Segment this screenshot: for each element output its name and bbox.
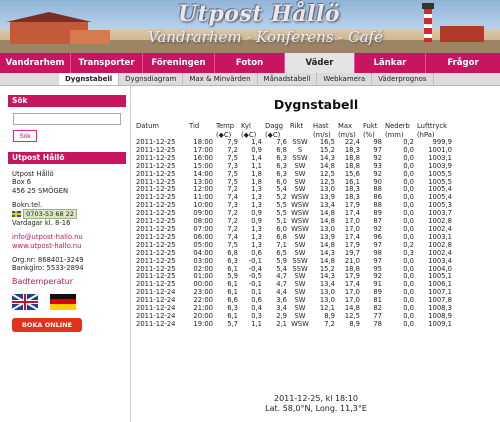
org-number: Org.nr: 868401-3249	[12, 256, 84, 265]
tab-dygnsdiagram[interactable]: Dygnsdiagram	[119, 73, 184, 85]
nav-item-vandrarhem[interactable]: Vandrarhem	[0, 53, 71, 73]
page-title: Dygnstabell	[273, 97, 359, 112]
table-cell: 7,2	[324, 319, 335, 328]
search-input[interactable]	[13, 113, 121, 125]
table-cell: 1,1	[251, 319, 262, 328]
table-row: 2011-12-24 19:00 5,7 1,1 2,1 WSW 7,2 8,9 78 0,0 10…	[136, 319, 455, 329]
header-dagg: Dagg (◆C)	[265, 122, 284, 139]
uk-flag-icon[interactable]	[12, 293, 38, 310]
tab-dygnstabell[interactable]: Dygnstabell	[59, 73, 120, 85]
header-lufttryck: Lufttryck (hPa)	[417, 122, 448, 139]
table-cell: 1009,1	[428, 319, 452, 328]
update-timestamp: 2011-12-25, kl 18:10	[273, 394, 359, 403]
booking-phone-label: Bokn.tel.	[12, 200, 43, 209]
main-content: Dygnstabell Datum Tid Temp (◆C) Kyl (◆C) D…	[130, 86, 500, 422]
search-button[interactable]: Sök	[13, 130, 37, 142]
nav-item-lankar[interactable]: Länkar	[355, 53, 426, 73]
weather-table: Datum Tid Temp (◆C) Kyl (◆C) Dagg (◆C) Rikt…	[136, 122, 455, 329]
badtemperatur-link[interactable]: Badtemperatur	[8, 277, 126, 287]
website-link[interactable]: www.utpost-hallo.nu	[8, 242, 126, 250]
table-cell: 8,9	[349, 319, 360, 328]
site-subtitle: Vandrarhem - Konferens - Café	[148, 28, 384, 46]
sidebar: Sök Sök Utpost Hållö Utpost Hållö Box 6 …	[8, 95, 126, 332]
nav-item-fragor[interactable]: Frågor	[426, 53, 500, 73]
table-header-row: Datum Tid Temp (◆C) Kyl (◆C) Dagg (◆C) Rikt…	[136, 122, 455, 139]
header-fukt: Fukt (%)	[363, 122, 378, 139]
search-heading: Sök	[8, 95, 126, 107]
table-cell: 0,0	[403, 319, 414, 328]
nav-item-foton[interactable]: Foton	[215, 53, 285, 73]
house-graphic-2	[70, 30, 110, 44]
lighthouse-graphic	[422, 3, 434, 42]
nav-item-foreningen[interactable]: Föreningen	[143, 53, 215, 73]
header-banner: Utpost Hållö Vandrarhem - Konferens - Ca…	[0, 0, 500, 53]
table-body: 2011-12-25 18:00 7,9 1,4 7,6 SSW 16,5 22,4 98 0,2…	[136, 138, 455, 329]
tab-vaderprognos[interactable]: Väderprognos	[372, 73, 434, 85]
table-cell: 2,1	[276, 319, 287, 328]
phone-number[interactable]: 0703-53 68 22	[23, 209, 78, 220]
book-online-button[interactable]: BOKA ONLINE	[12, 317, 82, 332]
swedish-flag-icon	[12, 211, 21, 218]
site-title: Utpost Hållö	[178, 1, 341, 27]
address-name: Utpost Hållö	[12, 170, 54, 178]
bankgiro: Bankgiro: 5533-2894	[12, 264, 84, 273]
header-kyl: Kyl (◆C)	[241, 122, 257, 139]
main-nav: Vandrarhem Transporter Föreningen Foton …	[0, 53, 500, 73]
tab-max-minvarden[interactable]: Max & Minvärden	[183, 73, 258, 85]
table-cell: 19:00	[193, 319, 213, 328]
german-flag-icon[interactable]	[50, 293, 76, 310]
table-cell: 5,7	[227, 319, 238, 328]
header-datum: Datum	[136, 122, 159, 130]
email-link[interactable]: info@utpost-hallo.nu	[8, 233, 126, 241]
nav-item-transporter[interactable]: Transporter	[71, 53, 143, 73]
table-cell: 78	[373, 319, 382, 328]
header-rikt: Rikt	[290, 122, 304, 130]
nav-item-vader[interactable]: Väder	[285, 53, 355, 73]
tab-manadstabell[interactable]: Månadstabell	[258, 73, 318, 85]
header-max: Max (m/s)	[338, 122, 356, 139]
phone-row: 0703-53 68 22	[8, 209, 126, 220]
address-postal: 456 25 SMÖGEN	[12, 186, 69, 195]
building-graphic	[440, 26, 484, 42]
tab-webkamera[interactable]: Webkamera	[317, 73, 373, 85]
language-flags	[8, 293, 126, 310]
weekday-hours: Vardagar kl. 8-16	[12, 219, 71, 228]
sub-nav: Dygnstabell Dygnsdiagram Max & Minvärden…	[0, 73, 500, 86]
station-position: Lat. 58,0°N, Long. 11,3°E	[265, 404, 367, 413]
table-cell: WSW	[291, 319, 309, 328]
address-box: Box 6	[12, 178, 32, 187]
header-nederb: Nederb (mm)	[385, 122, 410, 139]
header-tid: Tid	[189, 122, 200, 130]
header-hast: Hast (m/s)	[313, 122, 331, 139]
header-temp: Temp (◆C)	[216, 122, 235, 139]
info-heading: Utpost Hållö	[8, 152, 126, 164]
table-cell: 2011-12-24	[136, 319, 176, 328]
